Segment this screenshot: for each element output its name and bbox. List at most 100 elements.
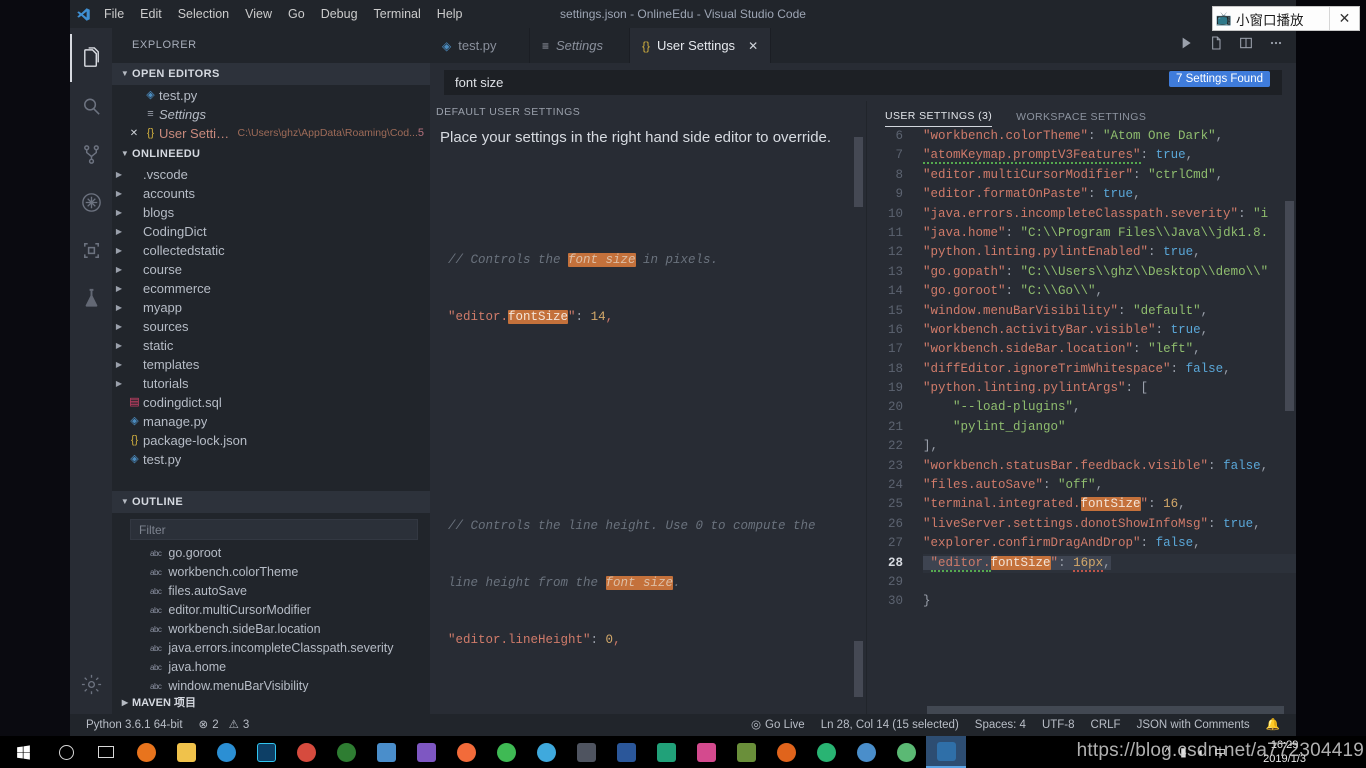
section-outline[interactable]: ▼ OUTLINE <box>112 491 430 513</box>
tree-item-vscode[interactable]: ▶ .vscode <box>112 165 430 184</box>
user-settings-editor[interactable]: 6 7 8 9 10 11 12 13 14 15 16 17 18 19 20… <box>867 127 1296 612</box>
start-button[interactable] <box>0 736 46 768</box>
open-preview-icon[interactable] <box>1208 35 1224 56</box>
status-problems[interactable]: ⊗ 2 ⚠ 3 <box>191 714 258 736</box>
outline-item[interactable]: abc go.goroot <box>112 544 430 563</box>
run-icon[interactable] <box>1178 35 1194 56</box>
taskbar-app-edge[interactable] <box>206 736 246 768</box>
status-python-version[interactable]: Python 3.6.1 64-bit <box>78 714 191 736</box>
tab-workspace-settings-scope[interactable]: WORKSPACE SETTINGS <box>1016 111 1146 127</box>
status-eol[interactable]: CRLF <box>1083 714 1129 736</box>
tree-item-accounts[interactable]: ▶ accounts <box>112 184 430 203</box>
tree-item-static[interactable]: ▶ static <box>112 336 430 355</box>
tree-item-course[interactable]: ▶ course <box>112 260 430 279</box>
split-editor-icon[interactable] <box>1238 35 1254 56</box>
tree-item-sources[interactable]: ▶ sources <box>112 317 430 336</box>
activity-explorer-icon[interactable] <box>70 34 112 82</box>
default-settings-scrollbar-lower[interactable] <box>854 641 863 697</box>
gear-icon[interactable] <box>70 660 112 708</box>
section-project-onlineedu[interactable]: ▼ ONLINEEDU <box>112 143 430 165</box>
menu-item-debug[interactable]: Debug <box>313 0 366 28</box>
taskbar-app-music[interactable] <box>806 736 846 768</box>
menu-item-view[interactable]: View <box>237 0 280 28</box>
status-indentation[interactable]: Spaces: 4 <box>967 714 1034 736</box>
tab-user-settings-scope[interactable]: USER SETTINGS (3) <box>885 110 993 127</box>
outline-item[interactable]: abc java.errors.incompleteClasspath.sever… <box>112 639 430 658</box>
close-icon[interactable]: ✕ <box>748 39 758 53</box>
tree-item-myapp[interactable]: ▶ myapp <box>112 298 430 317</box>
taskbar-app-java[interactable] <box>366 736 406 768</box>
taskbar-app-lambda[interactable] <box>406 736 446 768</box>
status-encoding[interactable]: UTF-8 <box>1034 714 1083 736</box>
open-editor-settings[interactable]: ≡ Settings <box>112 105 430 124</box>
tab-settings[interactable]: ≡ Settings <box>530 28 630 63</box>
cortana-button[interactable] <box>46 736 86 768</box>
section-maven[interactable]: ▶ MAVEN 项目 <box>112 692 430 714</box>
taskbar-app-firefox[interactable] <box>126 736 166 768</box>
default-settings-code[interactable]: // Controls the font size in pixels. "ed… <box>430 156 866 714</box>
tree-item-collectedstatic[interactable]: ▶ collectedstatic <box>112 241 430 260</box>
status-cursor-position[interactable]: Ln 28, Col 14 (15 selected) <box>813 714 967 736</box>
taskbar-app-xmind[interactable] <box>766 736 806 768</box>
tree-item-test-py[interactable]: ◈ test.py <box>112 450 430 469</box>
taskbar-app-postman[interactable] <box>446 736 486 768</box>
tree-item-codingdict-sql[interactable]: ▤ codingdict.sql <box>112 393 430 412</box>
taskbar-app-chrome[interactable] <box>846 736 886 768</box>
tree-item-blogs[interactable]: ▶ blogs <box>112 203 430 222</box>
tree-item-templates[interactable]: ▶ templates <box>112 355 430 374</box>
section-open-editors[interactable]: ▼ OPEN EDITORS <box>112 63 430 85</box>
outline-item[interactable]: abc window.menuBarVisibility <box>112 677 430 692</box>
bell-icon[interactable]: 🔔 <box>1258 714 1288 736</box>
activity-test-icon[interactable] <box>70 274 112 322</box>
close-icon[interactable]: ✕ <box>126 124 142 143</box>
menu-item-edit[interactable]: Edit <box>132 0 170 28</box>
tree-item-package-lock-json[interactable]: {} package-lock.json <box>112 431 430 450</box>
tree-item-manage-py[interactable]: ◈ manage.py <box>112 412 430 431</box>
taskbar-app-pycharm[interactable] <box>646 736 686 768</box>
taskbar-app-chrome2[interactable] <box>886 736 926 768</box>
outline-item[interactable]: abc workbench.sideBar.location <box>112 620 430 639</box>
taskbar-app-explorer[interactable] <box>166 736 206 768</box>
status-language-mode[interactable]: JSON with Comments <box>1129 714 1258 736</box>
menu-item-go[interactable]: Go <box>280 0 313 28</box>
outline-item[interactable]: abc editor.multiCursorModifier <box>112 601 430 620</box>
search-input[interactable]: font size <box>444 69 1282 95</box>
more-actions-icon[interactable] <box>1268 35 1284 56</box>
default-settings-scrollbar[interactable] <box>854 137 863 207</box>
taskbar-app-wechat[interactable] <box>486 736 526 768</box>
taskbar-app-terminal[interactable] <box>566 736 606 768</box>
menu-item-help[interactable]: Help <box>429 0 471 28</box>
status-go-live[interactable]: ◎ Go Live <box>743 714 813 736</box>
activity-extensions-icon[interactable] <box>70 226 112 274</box>
tree-item-ecommerce[interactable]: ▶ ecommerce <box>112 279 430 298</box>
taskbar-app-qq[interactable] <box>526 736 566 768</box>
mini-player-popup[interactable]: 📺 小窗口播放 ✕ <box>1212 6 1360 31</box>
tree-item-codingdict[interactable]: ▶ CodingDict <box>112 222 430 241</box>
taskbar-app-vmware[interactable] <box>726 736 766 768</box>
taskbar-app-vscode[interactable] <box>926 736 966 768</box>
activity-source-control-icon[interactable] <box>70 130 112 178</box>
menu-item-terminal[interactable]: Terminal <box>366 0 429 28</box>
outline-item[interactable]: abc files.autoSave <box>112 582 430 601</box>
task-view-button[interactable] <box>86 736 126 768</box>
menu-item-selection[interactable]: Selection <box>170 0 237 28</box>
taskbar-app-chrome-dev[interactable] <box>286 736 326 768</box>
taskbar-app-word[interactable] <box>606 736 646 768</box>
close-icon[interactable]: ✕ <box>1329 7 1359 30</box>
taskbar-app-navicat[interactable] <box>326 736 366 768</box>
outline-item[interactable]: abc workbench.colorTheme <box>112 563 430 582</box>
user-settings-hscrollbar[interactable] <box>927 706 1284 714</box>
open-editor-user-settings[interactable]: ✕ {} User Settings C:\Users\ghz\AppData\… <box>112 124 430 143</box>
activity-debug-icon[interactable] <box>70 178 112 226</box>
menu-bar[interactable]: File Edit Selection View Go Debug Termin… <box>96 0 471 28</box>
taskbar-app-idea[interactable] <box>686 736 726 768</box>
open-editor-test-py[interactable]: ◈ test.py <box>112 86 430 105</box>
outline-item[interactable]: abc java.home <box>112 658 430 677</box>
activity-search-icon[interactable] <box>70 82 112 130</box>
menu-item-file[interactable]: File <box>96 0 132 28</box>
tab-test-py[interactable]: ◈ test.py <box>430 28 530 63</box>
outline-filter-input[interactable]: Filter <box>130 519 418 541</box>
taskbar-app-photoshop[interactable] <box>246 736 286 768</box>
user-settings-scrollbar[interactable] <box>1285 201 1294 411</box>
tree-item-tutorials[interactable]: ▶ tutorials <box>112 374 430 393</box>
